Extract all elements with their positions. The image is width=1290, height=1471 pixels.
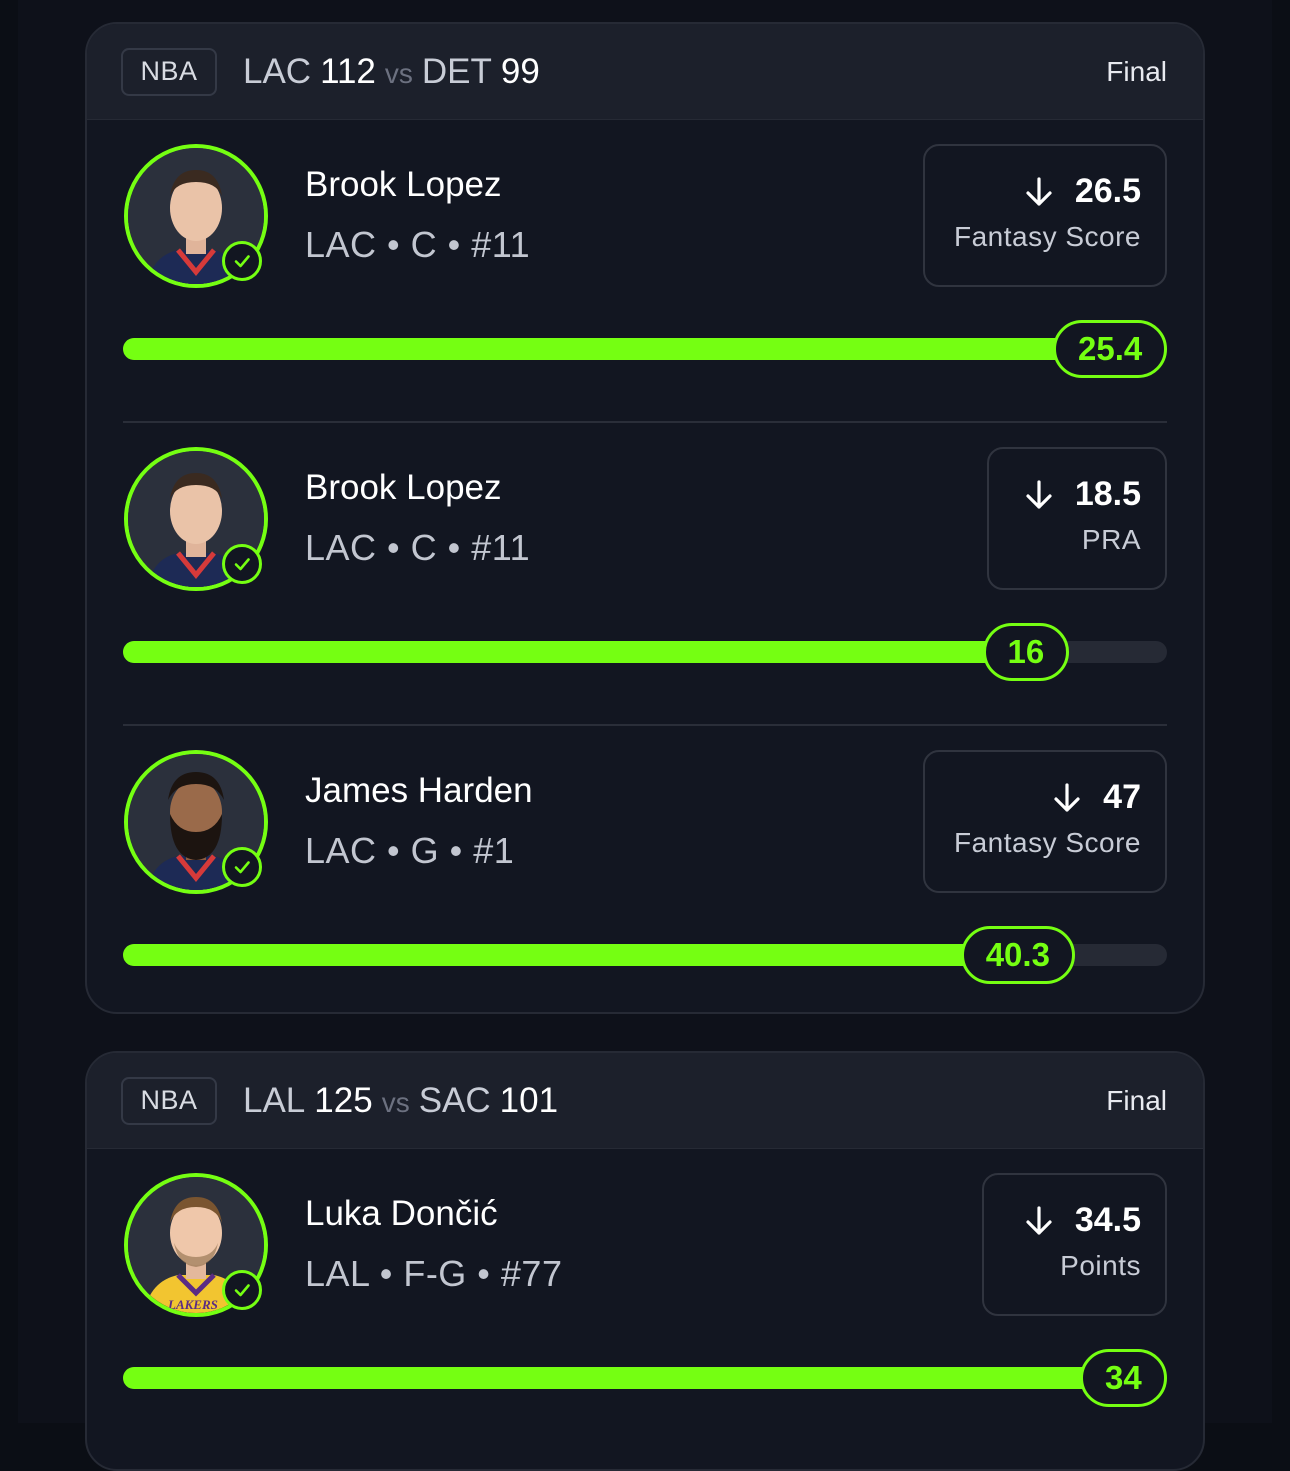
projection-box[interactable]: 18.5 PRA xyxy=(987,447,1167,590)
actual-value-pill: 16 xyxy=(982,623,1070,681)
progress-bar: 34 xyxy=(123,1349,1167,1407)
player-name: Brook Lopez xyxy=(305,165,502,204)
player-name: Luka Dončić xyxy=(305,1194,498,1233)
actual-value-pill: 25.4 xyxy=(1053,320,1168,378)
away-team: SAC xyxy=(418,1080,491,1120)
player-meta: LAC • G • #1 xyxy=(305,830,515,871)
matchup: LAC 112 vs DET 99 xyxy=(243,52,540,92)
game-header: NBA LAL 125 vs SAC 101 Final xyxy=(87,1053,1203,1149)
home-score: 125 xyxy=(314,1080,373,1120)
matchup: LAL 125 vs SAC 101 xyxy=(243,1081,558,1121)
check-icon xyxy=(222,241,262,281)
projection-box[interactable]: 34.5 Points xyxy=(982,1173,1167,1316)
projection-box[interactable]: 47 Fantasy Score xyxy=(923,750,1167,893)
arrow-down-icon xyxy=(1026,479,1052,509)
player-meta: LAC • C • #11 xyxy=(305,224,531,265)
game-status: Final xyxy=(1106,1084,1167,1116)
projection-line: 18.5 xyxy=(1074,475,1141,513)
projection-box[interactable]: 26.5 Fantasy Score xyxy=(923,144,1167,287)
home-team: LAC xyxy=(243,51,312,91)
progress-bar: 40.3 xyxy=(123,926,1167,984)
stat-type: Points xyxy=(1060,1250,1141,1281)
game-card[interactable]: NBA LAC 112 vs DET 99 Final Brook Lopez … xyxy=(85,22,1205,1014)
jersey-text: LAKERS xyxy=(167,1297,218,1312)
check-icon xyxy=(222,1270,262,1310)
league-badge: NBA xyxy=(121,47,217,96)
away-score: 101 xyxy=(499,1080,559,1120)
pick-row[interactable]: Brook Lopez LAC • C • #11 18.5 PRA 16 xyxy=(87,423,1203,726)
vs-label: vs xyxy=(381,1086,410,1118)
arrow-down-icon xyxy=(1054,782,1080,812)
home-score: 112 xyxy=(320,51,376,91)
projection-line: 26.5 xyxy=(1074,172,1141,210)
game-status: Final xyxy=(1106,55,1167,87)
arrow-down-icon xyxy=(1026,176,1052,206)
progress-bar: 16 xyxy=(123,623,1167,681)
player-name: Brook Lopez xyxy=(305,468,502,507)
vs-label: vs xyxy=(384,57,413,89)
progress-fill xyxy=(123,641,1027,663)
game-card[interactable]: NBA LAL 125 vs SAC 101 Final LAKERS Luka… xyxy=(85,1051,1205,1471)
league-badge: NBA xyxy=(121,1076,217,1125)
progress-fill xyxy=(123,944,1018,966)
game-header: NBA LAC 112 vs DET 99 Final xyxy=(87,24,1203,120)
player-name: James Harden xyxy=(305,771,533,810)
player-meta: LAL • F-G • #77 xyxy=(305,1253,563,1294)
arrow-down-icon xyxy=(1026,1205,1052,1235)
actual-value-pill: 34 xyxy=(1080,1349,1167,1407)
progress-bar: 25.4 xyxy=(123,320,1168,378)
actual-value-pill: 40.3 xyxy=(960,926,1075,984)
stat-type: PRA xyxy=(1081,524,1141,555)
progress-fill xyxy=(123,338,1110,360)
away-team: DET xyxy=(421,51,492,91)
stat-type: Fantasy Score xyxy=(953,221,1141,252)
pick-row[interactable]: LAKERS Luka Dončić LAL • F-G • #77 34.5 … xyxy=(87,1149,1203,1452)
projection-line: 47 xyxy=(1103,778,1141,816)
check-icon xyxy=(222,847,262,887)
away-score: 99 xyxy=(500,51,540,91)
pick-row[interactable]: James Harden LAC • G • #1 47 Fantasy Sco… xyxy=(87,726,1203,1012)
check-icon xyxy=(222,544,262,584)
home-team: LAL xyxy=(243,1080,306,1120)
projection-line: 34.5 xyxy=(1074,1201,1141,1239)
pick-row[interactable]: Brook Lopez LAC • C • #11 26.5 Fantasy S… xyxy=(87,120,1203,423)
progress-fill xyxy=(123,1367,1124,1389)
stat-type: Fantasy Score xyxy=(953,827,1141,858)
player-meta: LAC • C • #11 xyxy=(305,527,531,568)
